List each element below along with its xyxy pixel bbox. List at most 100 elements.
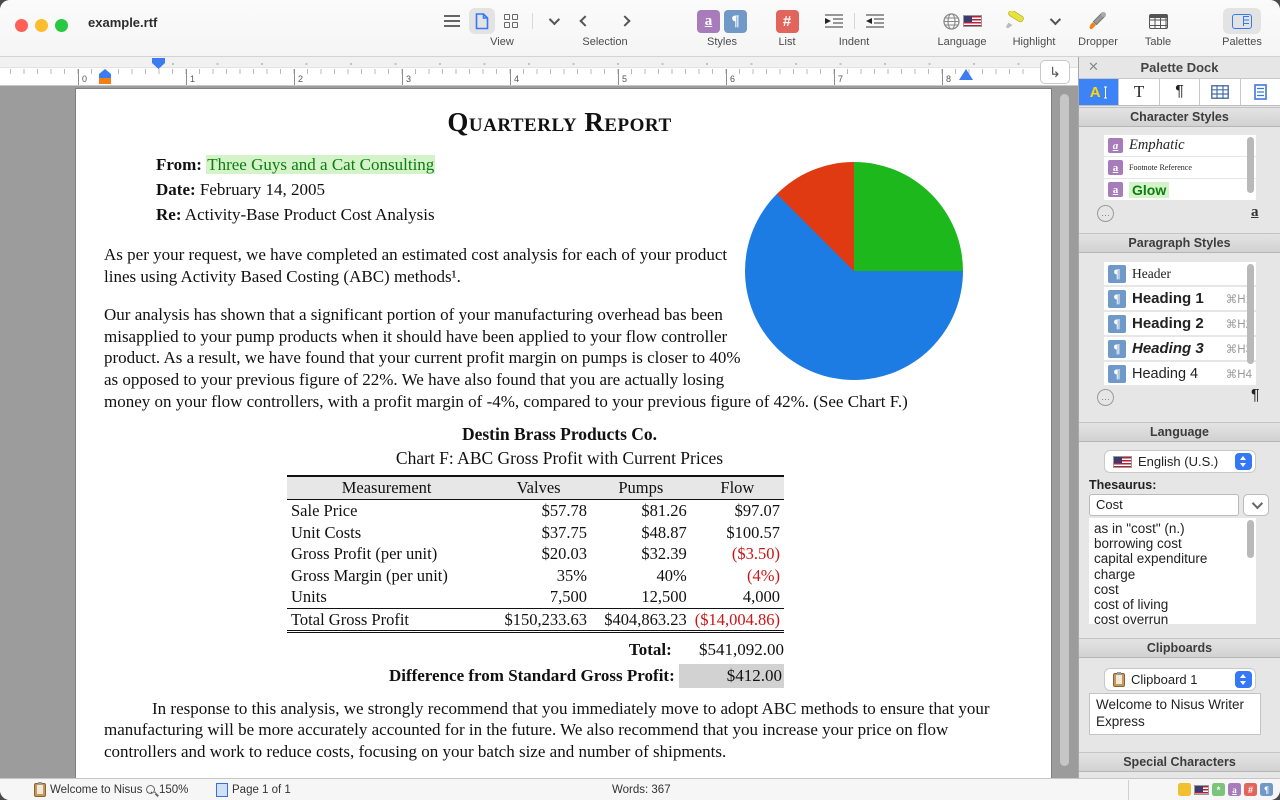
left-margin-marker[interactable]	[99, 78, 111, 84]
thesaurus-result-item[interactable]: cost of living	[1094, 597, 1256, 612]
select-stepper-icon	[1235, 453, 1252, 470]
next-selection-button[interactable]	[612, 8, 638, 34]
status-clipboard[interactable]: Welcome to Nisus …	[34, 779, 157, 800]
meta-value-highlighted: Three Guys and a Cat Consulting	[206, 155, 435, 174]
tab-character-palette[interactable]: A	[1079, 79, 1119, 105]
ruler[interactable]: 0 1 2 3 4 5 6 7 8 ↳	[0, 57, 1078, 86]
paragraph-style-item[interactable]: ¶ Heading 2 ⌘H2	[1104, 312, 1256, 335]
palettes-button[interactable]	[1223, 8, 1261, 34]
table-header-row: Measurement Valves Pumps Flow	[287, 476, 784, 500]
status-page[interactable]: Page 1 of 1	[216, 779, 291, 800]
character-style-mini-icon[interactable]: a	[1228, 783, 1241, 796]
palette-tabs: A T ¶	[1079, 78, 1280, 106]
tab-table-palette[interactable]	[1200, 79, 1240, 105]
draft-view-button[interactable]	[439, 8, 465, 34]
thesaurus-result-item[interactable]: cost overrun	[1094, 612, 1256, 624]
page-icon	[216, 783, 228, 797]
tab-paragraph-palette[interactable]: ¶	[1160, 79, 1200, 105]
difference-label: Difference from Standard Gross Profit:	[389, 666, 675, 685]
paragraph-style-icon: ¶	[1108, 265, 1126, 283]
meta-label: Re:	[156, 205, 181, 224]
page-view-button[interactable]	[469, 8, 495, 34]
toolbar-group-indent: Indent	[820, 7, 888, 51]
thesaurus-result-item[interactable]: charge	[1094, 567, 1256, 582]
toolbar-group-styles: a ¶ Styles	[686, 7, 758, 51]
scrollbar[interactable]	[1247, 520, 1254, 558]
document-scrollbar[interactable]	[1060, 94, 1069, 766]
app-window: example.rtf View Selection	[0, 0, 1280, 800]
toolbar-group-list: # List	[764, 7, 810, 51]
section-header-paragraph-styles: Paragraph Styles	[1079, 233, 1280, 253]
abc-table: Measurement Valves Pumps Flow Sale Price…	[287, 475, 784, 633]
list-mini-icon[interactable]: #	[1244, 783, 1257, 796]
decrease-indent-button[interactable]	[821, 8, 847, 34]
minimize-window-button[interactable]	[35, 19, 48, 32]
globe-icon	[943, 13, 960, 30]
character-style-button[interactable]: a	[697, 10, 720, 33]
close-icon[interactable]: ✕	[1088, 59, 1099, 75]
more-styles-button[interactable]: …	[1097, 205, 1114, 222]
highlight-button[interactable]	[1001, 8, 1027, 34]
list-style-button[interactable]: #	[776, 10, 799, 33]
tab-font-palette[interactable]: T	[1119, 79, 1159, 105]
table-button[interactable]	[1145, 8, 1171, 34]
status-zoom[interactable]: 150%	[146, 779, 188, 800]
magnifier-icon	[146, 785, 155, 794]
language-select[interactable]: English (U.S.)	[1104, 450, 1256, 473]
highlight-options-button[interactable]	[1041, 8, 1067, 34]
previous-selection-button[interactable]	[572, 8, 598, 34]
ruler-return-button[interactable]: ↳	[1040, 60, 1070, 84]
tab-section-palette[interactable]	[1241, 79, 1280, 105]
character-style-item[interactable]: a Glow	[1104, 179, 1256, 200]
scrollbar[interactable]	[1247, 264, 1254, 364]
toolbar-label-view: View	[432, 36, 572, 48]
section-header-character-styles: Character Styles	[1079, 107, 1280, 127]
zoom-level: 150%	[159, 784, 188, 796]
thesaurus-input[interactable]: Cost	[1089, 494, 1239, 516]
thesaurus-result-item[interactable]: borrowing cost	[1094, 536, 1256, 551]
titlebar: example.rtf View Selection	[0, 0, 1280, 57]
meta-label: From:	[156, 155, 202, 174]
view-options-button[interactable]	[540, 8, 566, 34]
us-flag-icon[interactable]	[1194, 785, 1209, 795]
doc-company-name: Destin Brass Products Co.	[104, 424, 1015, 446]
section-header-clipboards: Clipboards	[1079, 638, 1280, 658]
close-window-button[interactable]	[15, 19, 28, 32]
chevron-down-icon	[548, 14, 559, 25]
scrollbar[interactable]	[1247, 137, 1254, 193]
zoom-window-button[interactable]	[55, 19, 68, 32]
ruler-number: 0	[82, 74, 87, 84]
asterisk-mini-icon[interactable]: *	[1212, 783, 1225, 796]
thesaurus-result-item[interactable]: as in "cost" (n.)	[1094, 521, 1256, 536]
paragraph-style-item[interactable]: ¶ Heading 3 ⌘H3	[1104, 337, 1256, 360]
clipboard-select[interactable]: Clipboard 1	[1104, 668, 1256, 691]
dropper-button[interactable]	[1085, 8, 1111, 34]
language-button[interactable]	[943, 8, 982, 34]
ruler-number: 7	[838, 74, 843, 84]
meta-label: Date:	[156, 180, 196, 199]
thesaurus-dropdown-button[interactable]	[1243, 494, 1269, 516]
paragraph-style-item[interactable]: ¶ Heading 4 ⌘H4	[1104, 362, 1256, 385]
table-palette-icon	[1211, 85, 1229, 99]
table-total-row: Total Gross Profit $150,233.63 $404,863.…	[287, 608, 784, 632]
paragraph-style-button[interactable]: ¶	[724, 10, 747, 33]
paragraph-style-item[interactable]: ¶ Header	[1104, 262, 1256, 285]
thesaurus-result-item[interactable]: capital expenditure	[1094, 551, 1256, 566]
paragraph-mini-icon[interactable]: ¶	[1260, 783, 1273, 796]
ruler-mini-icon[interactable]	[1178, 783, 1191, 796]
thesaurus-label: Thesaurus:	[1089, 478, 1156, 492]
increase-indent-button[interactable]	[862, 8, 888, 34]
paragraph-style-item[interactable]: ¶ Heading 1 ⌘H1	[1104, 287, 1256, 310]
style-label: Footnote Reference	[1129, 163, 1192, 172]
col-header: Measurement	[287, 476, 486, 500]
thesaurus-result-item[interactable]: cost	[1094, 582, 1256, 597]
character-style-item[interactable]: a Footnote Reference	[1104, 157, 1256, 178]
character-style-item[interactable]: a Emphatic	[1104, 135, 1256, 156]
document-page[interactable]: Quarterly Report From: Three Guys and a …	[75, 88, 1052, 778]
facing-pages-view-button[interactable]	[499, 8, 525, 34]
paragraph-style-icon: ¶	[1108, 290, 1126, 308]
col-header: Flow	[691, 476, 784, 500]
toolbar-label-styles: Styles	[686, 36, 758, 48]
more-styles-button[interactable]: …	[1097, 389, 1114, 406]
draft-view-icon	[444, 15, 460, 27]
